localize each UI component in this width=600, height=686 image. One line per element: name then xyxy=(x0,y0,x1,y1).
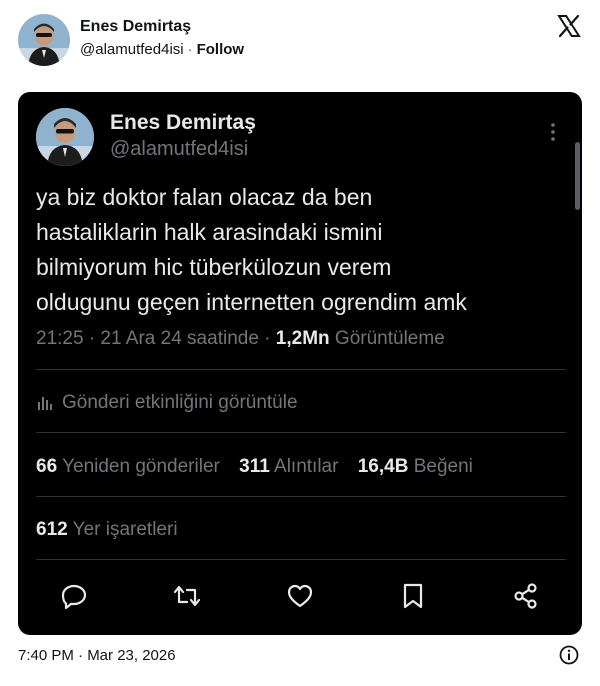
reposts-label: Yeniden gönderiler xyxy=(62,456,220,477)
tweet-screenshot-card: Enes Demirtaş @alamutfed4isi ya biz dokt… xyxy=(18,92,582,635)
author-handle-row: @alamutfed4isi · Follow xyxy=(80,41,244,58)
bookmark-stats: 612 Yer işaretleri xyxy=(36,519,192,541)
tweet-text-line: oldugunu geçen internetten ogrendim amk xyxy=(36,289,467,315)
likes-stat: 16,4B Beğeni xyxy=(358,456,473,478)
divider xyxy=(36,496,566,497)
repost-icon xyxy=(173,585,201,607)
reposts-stat: 66 Yeniden gönderiler xyxy=(36,456,220,478)
quotes-count: 311 xyxy=(239,456,270,477)
embed-timestamp[interactable]: 7:40 PM · Mar 23, 2026 xyxy=(18,647,176,664)
action-bar xyxy=(18,578,582,614)
avatar-photo xyxy=(36,108,94,166)
screenshot-avatar xyxy=(36,108,94,166)
divider xyxy=(36,369,566,370)
info-icon[interactable] xyxy=(559,645,579,665)
avatar[interactable] xyxy=(18,14,70,66)
views-label: Görüntüleme xyxy=(334,328,445,349)
screenshot-author-name: Enes Demirtaş xyxy=(110,111,256,134)
follow-button[interactable]: Follow xyxy=(197,41,245,58)
reposts-count: 66 xyxy=(36,456,58,477)
likes-count: 16,4B xyxy=(357,456,409,477)
post-activity-link: Gönderi etkinliğini görüntüle xyxy=(36,392,298,414)
avatar-photo xyxy=(18,14,70,66)
bookmarks-count: 612 xyxy=(36,519,68,540)
heart-icon xyxy=(287,584,313,608)
divider xyxy=(36,559,566,560)
post-activity-label: Gönderi etkinliğini görüntüle xyxy=(62,392,298,413)
bookmarks-stat: 612 Yer işaretleri xyxy=(36,519,178,541)
bar-chart-icon xyxy=(38,397,52,410)
screenshot-author-handle: @alamutfed4isi xyxy=(110,138,249,160)
x-logo-icon[interactable] xyxy=(557,14,581,38)
tweet-text-line: bilmiyorum hic tüberkülozun verem xyxy=(36,254,392,280)
bookmarks-label: Yer işaretleri xyxy=(72,519,178,540)
tweet-time-date: 21:25 · 21 Ara 24 saatinde · xyxy=(36,328,271,349)
reply-icon xyxy=(61,584,87,610)
quotes-label: Alıntılar xyxy=(274,456,339,477)
quotes-stat: 311 Alıntılar xyxy=(239,456,338,478)
divider xyxy=(36,432,566,433)
embed-header: Enes Demirtaş @alamutfed4isi · Follow xyxy=(0,0,600,80)
more-vertical-icon xyxy=(551,123,555,141)
tweet-text-line: hastaliklarin halk arasindaki ismini xyxy=(36,219,383,245)
tweet-text: ya biz doktor falan olacaz da ben hastal… xyxy=(36,180,566,320)
tweet-meta: 21:25 · 21 Ara 24 saatinde · 1,2Mn Görün… xyxy=(36,328,445,350)
engagement-stats: 66 Yeniden gönderiler 311 Alıntılar 16,4… xyxy=(36,456,487,478)
views-count: 1,2Mn xyxy=(275,328,330,349)
separator: · xyxy=(187,41,193,58)
share-icon xyxy=(514,583,537,609)
scrollbar xyxy=(575,142,580,210)
author-handle[interactable]: @alamutfed4isi xyxy=(80,41,184,58)
tweet-text-line: ya biz doktor falan olacaz da ben xyxy=(36,184,373,210)
author-name[interactable]: Enes Demirtaş xyxy=(80,18,191,36)
likes-label: Beğeni xyxy=(413,456,473,477)
bookmark-icon xyxy=(403,583,423,609)
